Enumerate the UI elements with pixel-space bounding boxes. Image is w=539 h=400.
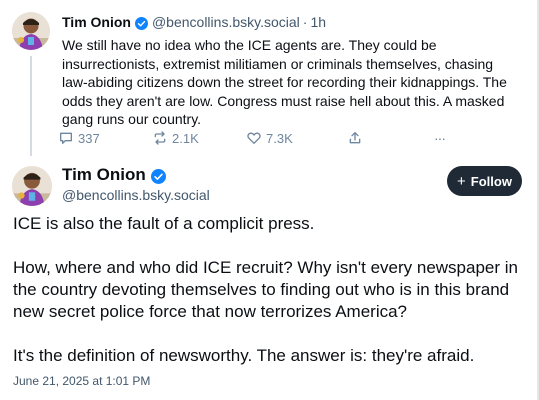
author-name-row: Tim Onion xyxy=(62,164,170,186)
more-options-icon: ··· xyxy=(434,130,446,146)
repost-button[interactable]: 2.1K xyxy=(152,128,199,148)
like-button[interactable]: 7.3K xyxy=(246,128,293,148)
parent-post[interactable]: Tim Onion @bencollins.bsky.social · 1h W… xyxy=(0,0,537,160)
verified-badge-icon xyxy=(150,168,166,184)
post-text: We still have no idea who the ICE agents… xyxy=(62,37,507,127)
share-icon xyxy=(349,132,361,144)
author-name[interactable]: Tim Onion xyxy=(62,164,146,186)
more-options-button[interactable]: ··· xyxy=(434,128,446,148)
author-name[interactable]: Tim Onion xyxy=(62,13,131,31)
like-count: 7.3K xyxy=(266,130,293,146)
post-actions: 337 2.1K 7.3K ··· xyxy=(58,128,498,148)
avatar-image xyxy=(12,12,50,50)
repost-count: 2.1K xyxy=(172,130,199,146)
post-paragraph: It's the definition of newsworthy. The a… xyxy=(13,346,475,365)
reply-count: 337 xyxy=(78,130,100,146)
plus-icon: + xyxy=(457,172,466,190)
post-paragraph: How, where and who did ICE recruit? Why … xyxy=(13,258,518,321)
reply-button[interactable]: 337 xyxy=(58,128,100,148)
reply-icon xyxy=(60,132,72,144)
follow-label: Follow xyxy=(470,173,512,189)
heart-icon xyxy=(247,132,261,144)
avatar[interactable] xyxy=(12,166,52,206)
post-time[interactable]: 1h xyxy=(310,13,326,31)
verified-badge-icon xyxy=(134,16,148,30)
post-body: ICE is also the fault of a complicit pre… xyxy=(13,213,528,367)
follow-button[interactable]: + Follow xyxy=(447,166,522,196)
avatar-image xyxy=(12,166,52,206)
post-header: Tim Onion @bencollins.bsky.social · 1h xyxy=(62,13,326,31)
thread-line xyxy=(30,56,32,156)
post-date[interactable]: June 21, 2025 at 1:01 PM xyxy=(13,374,150,388)
repost-icon xyxy=(154,131,166,145)
post-paragraph: ICE is also the fault of a complicit pre… xyxy=(13,214,315,233)
author-handle[interactable]: @bencollins.bsky.social xyxy=(62,186,210,204)
time-separator: · xyxy=(302,14,308,30)
avatar[interactable] xyxy=(12,12,50,50)
share-button[interactable] xyxy=(347,128,367,148)
author-handle[interactable]: @bencollins.bsky.social xyxy=(152,13,300,31)
